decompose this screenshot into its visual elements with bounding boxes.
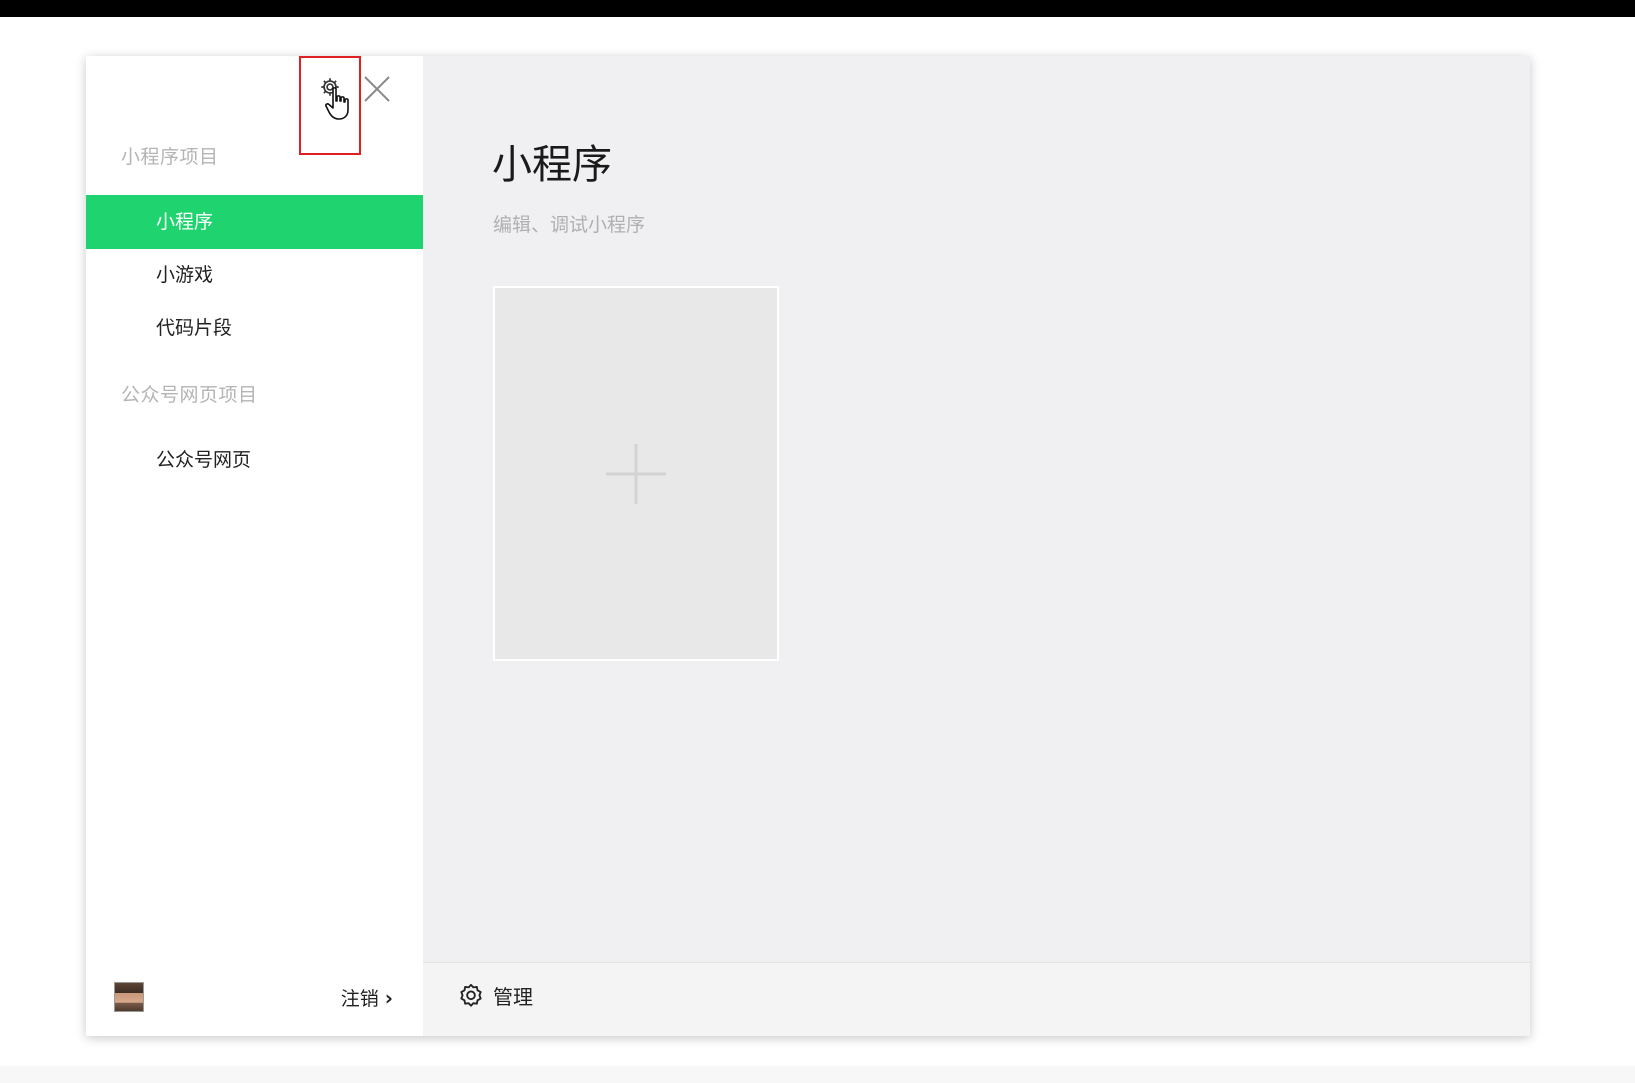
screen-top-bar — [0, 0, 1635, 17]
manage-button[interactable]: 管理 — [457, 981, 533, 1010]
page-subtitle: 编辑、调试小程序 — [493, 214, 646, 236]
project-select-window: 小程序项目 小程序 小游戏 代码片段 公众号网页项目 公众号网页 注销 › 小程… — [86, 56, 1530, 1036]
gear-icon — [321, 78, 339, 96]
main-panel: 小程序 编辑、调试小程序 管理 — [423, 56, 1530, 1036]
manage-label: 管理 — [493, 985, 533, 1009]
user-row: 注销 › — [86, 962, 423, 1036]
screen-bottom-strip — [0, 1066, 1635, 1083]
logout-label: 注销 — [340, 988, 379, 1010]
section-title-miniprogram: 小程序项目 — [121, 146, 219, 168]
page-title: 小程序 — [492, 142, 612, 188]
sidebar-item-code-snippet[interactable]: 代码片段 — [86, 301, 423, 355]
sidebar: 小程序项目 小程序 小游戏 代码片段 公众号网页项目 公众号网页 注销 › — [86, 56, 423, 1036]
settings-button[interactable] — [299, 56, 361, 155]
sidebar-item-official-account-web[interactable]: 公众号网页 — [86, 433, 423, 487]
avatar[interactable] — [114, 982, 144, 1012]
sidebar-item-miniprogram[interactable]: 小程序 — [86, 195, 423, 249]
sidebar-item-minigame[interactable]: 小游戏 — [86, 248, 423, 302]
close-button[interactable] — [360, 72, 394, 106]
close-icon — [364, 76, 390, 102]
new-project-card[interactable] — [493, 286, 779, 661]
chevron-right-icon: › — [384, 985, 393, 1010]
plus-icon — [606, 443, 666, 504]
footer-bar: 管理 — [423, 962, 1530, 1036]
section-title-official-account: 公众号网页项目 — [121, 384, 258, 406]
logout-button[interactable]: 注销 › — [341, 984, 393, 1011]
gear-icon — [460, 983, 482, 1007]
